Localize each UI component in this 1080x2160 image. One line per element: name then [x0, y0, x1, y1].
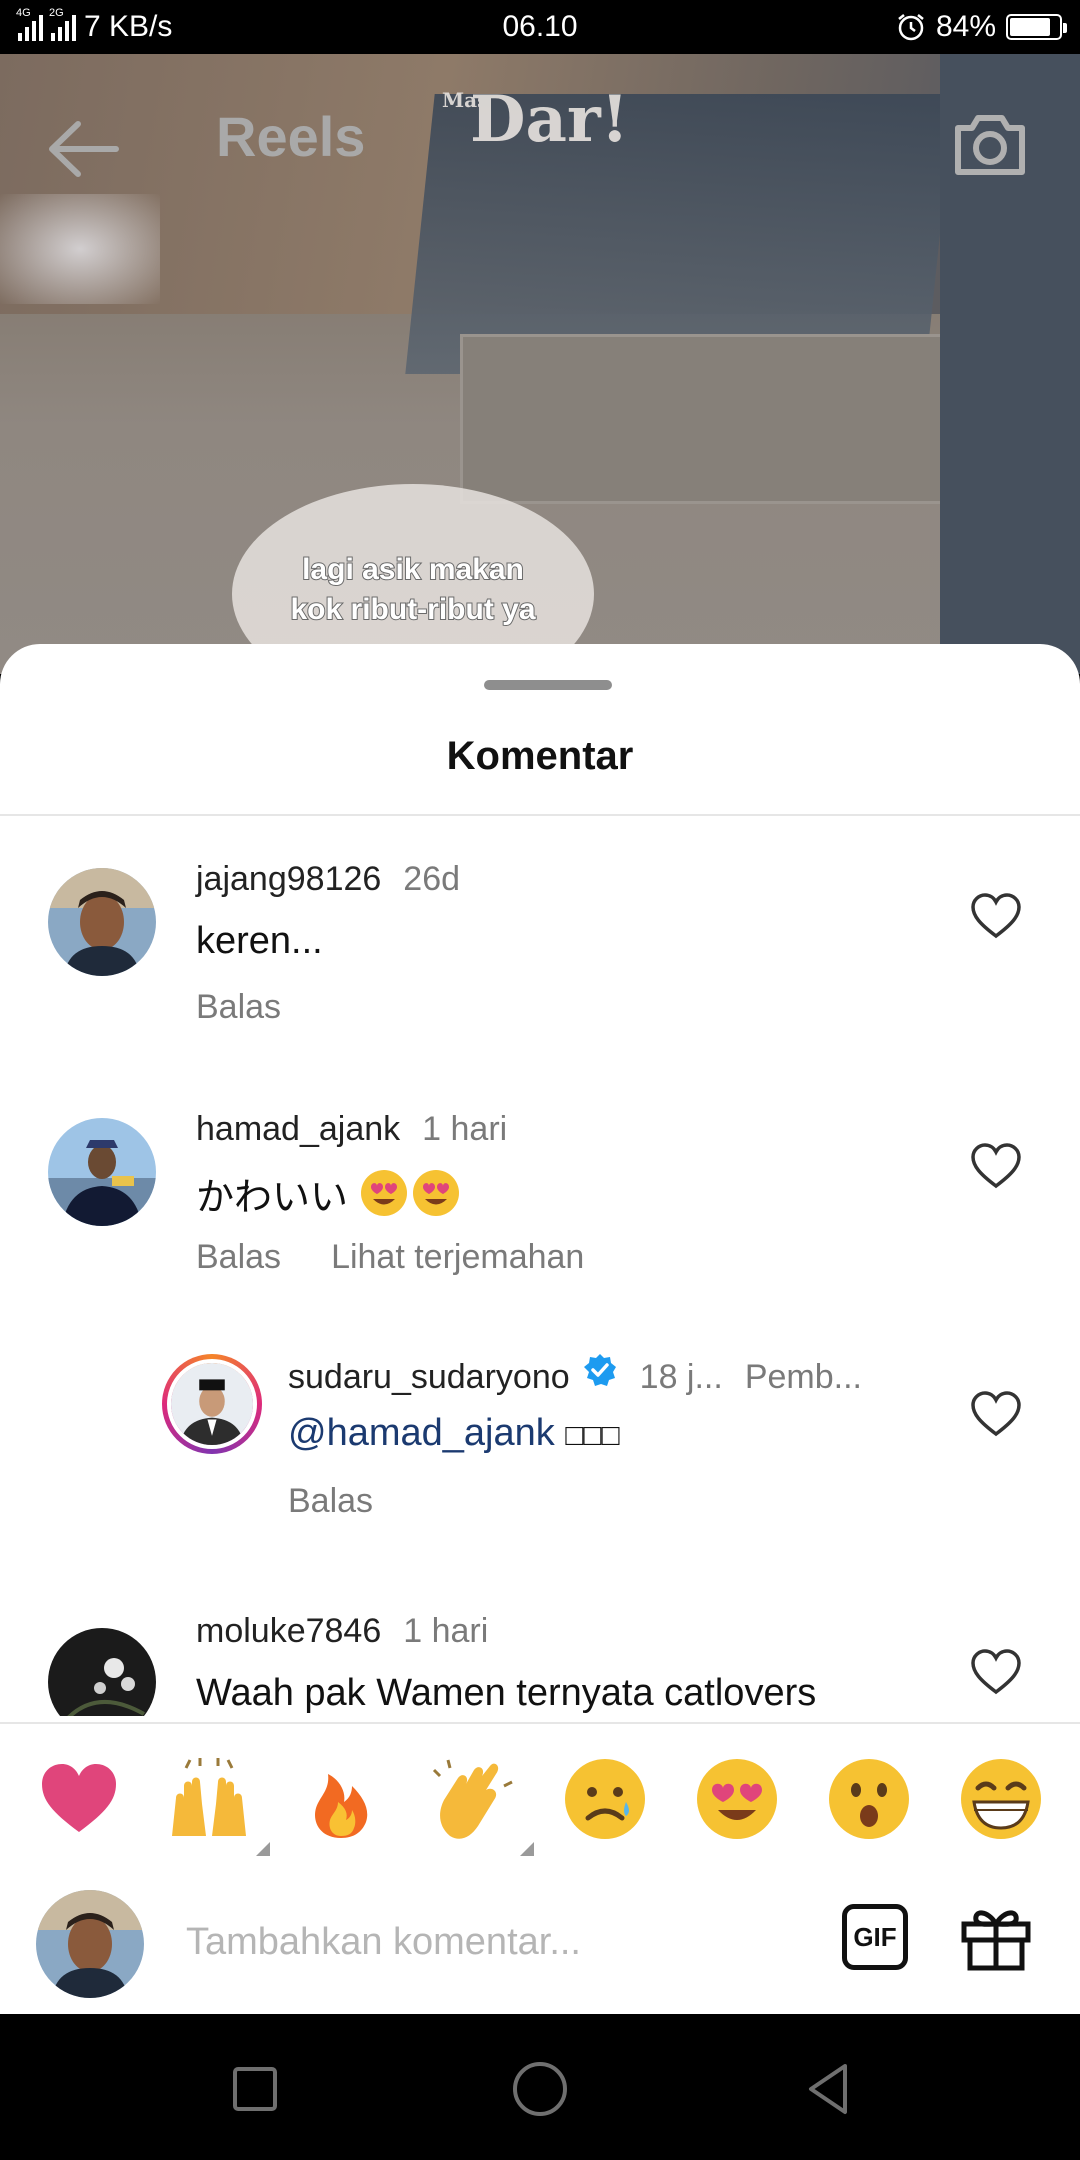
clapping-hands-icon[interactable]	[430, 1756, 534, 1856]
comment-composer: GIF	[0, 1872, 1080, 2002]
comment-username[interactable]: hamad_ajank	[196, 1110, 400, 1149]
comment-time: 26d	[403, 860, 461, 898]
comment-username[interactable]: moluke7846	[196, 1612, 381, 1651]
reply-button[interactable]: Balas	[196, 1238, 281, 1277]
watermark-logo: Mas Dar!	[442, 82, 629, 157]
verified-badge-icon	[583, 1354, 616, 1386]
comment-text: keren...	[196, 920, 323, 962]
home-circle-icon[interactable]	[505, 2054, 575, 2124]
comment-item: jajang98126 26d keren... Balas	[0, 816, 1080, 1066]
sheet-title: Komentar	[446, 734, 634, 778]
back-triangle-icon[interactable]	[795, 2054, 865, 2124]
avatar[interactable]	[48, 1118, 156, 1226]
comment-time: 18 j...	[639, 1358, 723, 1396]
heart-outline-icon[interactable]	[970, 1390, 1022, 1438]
drag-handle[interactable]	[484, 680, 612, 690]
avatar[interactable]	[48, 1628, 156, 1716]
reply-button[interactable]: Balas	[196, 988, 281, 1027]
comment-item: hamad_ajank 1 hari かわいい Balas Lihat terj…	[0, 1066, 1080, 1316]
heart-outline-icon[interactable]	[970, 1142, 1022, 1190]
reels-title: Reels	[216, 105, 366, 168]
reply-button[interactable]: Balas	[288, 1482, 373, 1521]
comment-text: @hamad_ajank □□□	[288, 1412, 620, 1454]
heart-eyes-emoji-icon	[360, 1170, 407, 1216]
reel-video[interactable]: Mas Dar! lagi asik makan kok ribut-ribut…	[0, 54, 1080, 674]
status-bar: 4G 2G 7 KB/s 06.10 84%	[0, 0, 1080, 54]
avatar[interactable]	[48, 868, 156, 976]
quick-reactions-bar	[0, 1756, 1080, 1866]
system-navigation-bar	[0, 2014, 1080, 2160]
comment-username[interactable]: jajang98126	[196, 860, 381, 899]
comment-text: Waah pak Wamen ternyata catlovers	[196, 1672, 817, 1714]
heart-eyes-face-icon[interactable]	[694, 1756, 780, 1842]
comment-time: 1 hari	[403, 1612, 489, 1650]
avatar-story-ring[interactable]	[162, 1354, 262, 1454]
camera-icon[interactable]	[950, 104, 1030, 184]
comment-input[interactable]	[186, 1912, 806, 1972]
raising-hands-icon[interactable]	[166, 1756, 270, 1856]
sad-face-icon[interactable]	[562, 1756, 648, 1842]
red-heart-icon[interactable]	[36, 1756, 122, 1842]
comment-username[interactable]: sudaru_sudaryono	[288, 1358, 570, 1397]
surprised-face-icon[interactable]	[826, 1756, 912, 1842]
heart-eyes-emoji-icon	[412, 1170, 459, 1216]
mention-link[interactable]: @hamad_ajank	[288, 1412, 555, 1454]
my-avatar	[36, 1890, 144, 1998]
grinning-face-icon[interactable]	[958, 1756, 1044, 1842]
battery-icon	[1006, 14, 1067, 40]
comments-sheet: Komentar jajang98126 26d keren... Balas	[0, 644, 1080, 2014]
recents-square-icon[interactable]	[220, 2054, 290, 2124]
back-arrow-icon[interactable]	[44, 114, 124, 184]
comment-text: かわいい	[196, 1166, 463, 1221]
battery-percent: 84%	[935, 10, 996, 43]
comment-time: 1 hari	[422, 1110, 508, 1148]
gift-icon[interactable]	[958, 1896, 1034, 1972]
gif-button[interactable]: GIF	[842, 1904, 908, 1970]
divider	[0, 1722, 1080, 1724]
heart-outline-icon[interactable]	[970, 892, 1022, 940]
see-translation-link[interactable]: Lihat terjemahan	[331, 1238, 584, 1277]
comment-item: moluke7846 1 hari Waah pak Wamen ternyat…	[0, 1576, 1080, 1716]
caption-text: lagi asik makan kok ribut-ribut ya	[289, 552, 536, 627]
comment-list[interactable]: jajang98126 26d keren... Balas hamad_aja…	[0, 816, 1080, 1716]
pinned-label: Pemb...	[744, 1358, 862, 1396]
alarm-icon	[898, 14, 924, 41]
heart-outline-icon[interactable]	[970, 1648, 1022, 1696]
fire-icon[interactable]	[298, 1756, 384, 1842]
reply-comment-item: sudaru_sudaryono 18 j... Pemb... @hamad_…	[0, 1316, 1080, 1576]
